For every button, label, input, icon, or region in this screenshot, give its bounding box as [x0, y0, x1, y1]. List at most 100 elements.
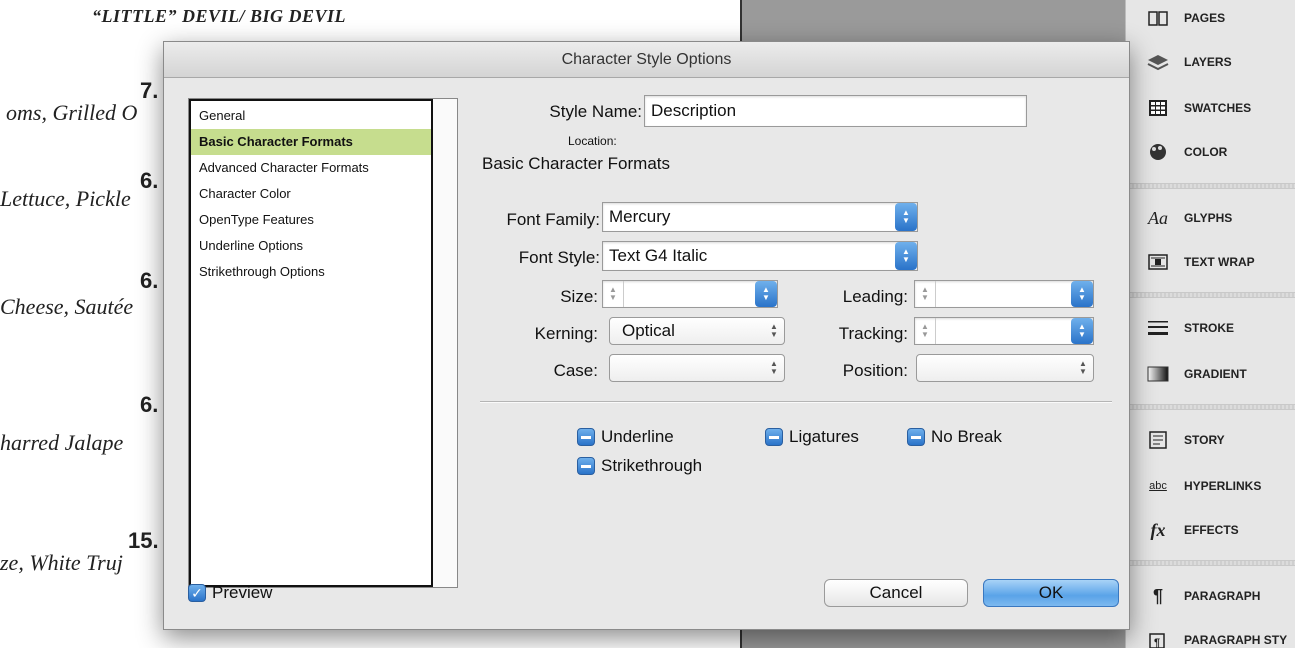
size-value	[623, 281, 755, 307]
menu-price: 6.	[140, 268, 159, 293]
cancel-button[interactable]: Cancel	[824, 579, 968, 607]
category-list[interactable]: General Basic Character Formats Advanced…	[188, 98, 458, 588]
font-style-value: Text G4 Italic	[609, 246, 708, 265]
category-list-scrollbar[interactable]	[431, 99, 457, 587]
menu-price: 15.	[128, 528, 159, 553]
section-divider	[480, 401, 1112, 403]
style-name-input[interactable]: Description	[644, 95, 1027, 127]
tracking-stepper-icon[interactable]: ▲ ▼	[915, 318, 935, 344]
panel-label: GRADIENT	[1184, 367, 1247, 381]
document-heading: “LITTLE” DEVIL/ BIG DEVIL	[92, 6, 347, 26]
font-family-label: Font Family:	[506, 210, 600, 229]
tracking-combo[interactable]: ▲ ▼ ▲ ▼	[914, 317, 1094, 345]
panel-paragraph-styles[interactable]: ¶ PARAGRAPH STY	[1126, 618, 1295, 648]
strikethrough-checkbox[interactable]: Strikethrough	[577, 456, 702, 476]
category-basic-character-formats[interactable]: Basic Character Formats	[191, 129, 431, 155]
preview-label: Preview	[212, 583, 273, 602]
panel-swatches[interactable]: SWATCHES	[1126, 86, 1295, 130]
menu-description: harred Jalape	[0, 430, 124, 455]
category-advanced-character-formats[interactable]: Advanced Character Formats	[191, 155, 431, 181]
kerning-popup[interactable]: Optical ▲ ▼	[609, 317, 785, 345]
panel-hyperlinks[interactable]: abc HYPERLINKS	[1126, 464, 1295, 508]
swatches-icon	[1144, 97, 1172, 119]
paragraph-styles-icon: ¶	[1144, 629, 1172, 648]
panel-label: HYPERLINKS	[1184, 479, 1262, 493]
panel-pages[interactable]: PAGES	[1126, 0, 1295, 40]
font-family-combo[interactable]: Mercury ▲ ▼	[602, 202, 918, 232]
case-arrows-icon: ▲ ▼	[770, 359, 778, 376]
checkmark-icon: ✓	[188, 584, 206, 602]
panel-paragraph[interactable]: ¶ PARAGRAPH	[1126, 574, 1295, 618]
hyperlinks-icon: abc	[1149, 480, 1167, 492]
category-strikethrough-options[interactable]: Strikethrough Options	[191, 259, 431, 285]
font-family-value: Mercury	[609, 207, 671, 226]
panel-label: GLYPHS	[1184, 211, 1233, 225]
strikethrough-label: Strikethrough	[601, 456, 703, 475]
panel-label: PARAGRAPH STY	[1184, 633, 1288, 647]
kerning-arrows-icon: ▲ ▼	[770, 322, 778, 339]
panel-stroke[interactable]: STROKE	[1126, 306, 1295, 350]
underline-label: Underline	[601, 427, 674, 446]
gradient-icon	[1144, 363, 1172, 385]
panel-label: STROKE	[1184, 321, 1235, 335]
no-break-checkbox[interactable]: No Break	[907, 427, 1002, 447]
size-label: Size:	[560, 287, 598, 306]
position-label: Position:	[842, 361, 908, 380]
menu-description: oms, Grilled O	[6, 100, 138, 125]
panel-text-wrap[interactable]: TEXT WRAP	[1126, 240, 1295, 284]
ligatures-label: Ligatures	[789, 427, 859, 446]
dock-separator	[1126, 292, 1295, 298]
ok-button[interactable]: OK	[983, 579, 1119, 607]
ligatures-checkbox[interactable]: Ligatures	[765, 427, 859, 447]
underline-checkbox[interactable]: Underline	[577, 427, 674, 447]
font-style-combo[interactable]: Text G4 Italic ▲ ▼	[602, 241, 918, 271]
size-arrows-icon[interactable]: ▲ ▼	[755, 281, 777, 307]
size-combo[interactable]: ▲ ▼ ▲ ▼	[602, 280, 778, 308]
panel-effects[interactable]: fx EFFECTS	[1126, 508, 1295, 552]
preview-checkbox[interactable]: ✓ Preview	[188, 583, 272, 603]
leading-stepper-icon[interactable]: ▲ ▼	[915, 281, 935, 307]
panel-label: SWATCHES	[1184, 101, 1252, 115]
leading-arrows-icon[interactable]: ▲ ▼	[1071, 281, 1093, 307]
layers-icon	[1144, 51, 1172, 73]
position-popup[interactable]: ▲ ▼	[916, 354, 1094, 382]
menu-price: 6.	[140, 168, 159, 193]
font-family-arrows-icon[interactable]: ▲ ▼	[895, 203, 917, 231]
panel-glyphs[interactable]: Aa GLYPHS	[1126, 196, 1295, 240]
color-icon	[1144, 141, 1172, 163]
panel-label: PARAGRAPH	[1184, 589, 1261, 603]
category-general[interactable]: General	[191, 103, 431, 129]
style-name-label: Style Name:	[549, 102, 642, 121]
case-popup[interactable]: ▲ ▼	[609, 354, 785, 382]
kerning-label: Kerning:	[534, 324, 598, 343]
character-style-options-dialog: Character Style Options General Basic Ch…	[163, 41, 1130, 630]
mixed-state-icon	[577, 457, 595, 475]
size-stepper-icon[interactable]: ▲ ▼	[603, 281, 623, 307]
svg-text:¶: ¶	[1154, 637, 1160, 648]
position-arrows-icon: ▲ ▼	[1079, 359, 1087, 376]
leading-combo[interactable]: ▲ ▼ ▲ ▼	[914, 280, 1094, 308]
glyphs-icon: Aa	[1148, 207, 1168, 228]
dock-separator	[1126, 183, 1295, 189]
pages-icon	[1144, 7, 1172, 29]
panel-label: LAYERS	[1184, 55, 1232, 69]
paragraph-icon: ¶	[1152, 585, 1163, 606]
category-list-items: General Basic Character Formats Advanced…	[189, 99, 431, 587]
category-opentype-features[interactable]: OpenType Features	[191, 207, 431, 233]
font-style-label: Font Style:	[518, 248, 600, 267]
leading-value	[935, 281, 1071, 307]
panel-story[interactable]: STORY	[1126, 418, 1295, 462]
panel-label: EFFECTS	[1184, 523, 1239, 537]
menu-description: Lettuce, Pickle	[0, 186, 131, 211]
panel-layers[interactable]: LAYERS	[1126, 40, 1295, 84]
section-title: Basic Character Formats	[482, 154, 670, 173]
tracking-arrows-icon[interactable]: ▲ ▼	[1071, 318, 1093, 344]
category-underline-options[interactable]: Underline Options	[191, 233, 431, 259]
category-character-color[interactable]: Character Color	[191, 181, 431, 207]
panel-label: PAGES	[1184, 11, 1226, 25]
panel-color[interactable]: COLOR	[1126, 130, 1295, 174]
font-style-arrows-icon[interactable]: ▲ ▼	[895, 242, 917, 270]
panel-gradient[interactable]: GRADIENT	[1126, 352, 1295, 396]
panel-dock: PAGES LAYERS SWATCHES COLOR Aa GLYPHS TE…	[1125, 0, 1295, 648]
kerning-value: Optical	[622, 321, 675, 340]
